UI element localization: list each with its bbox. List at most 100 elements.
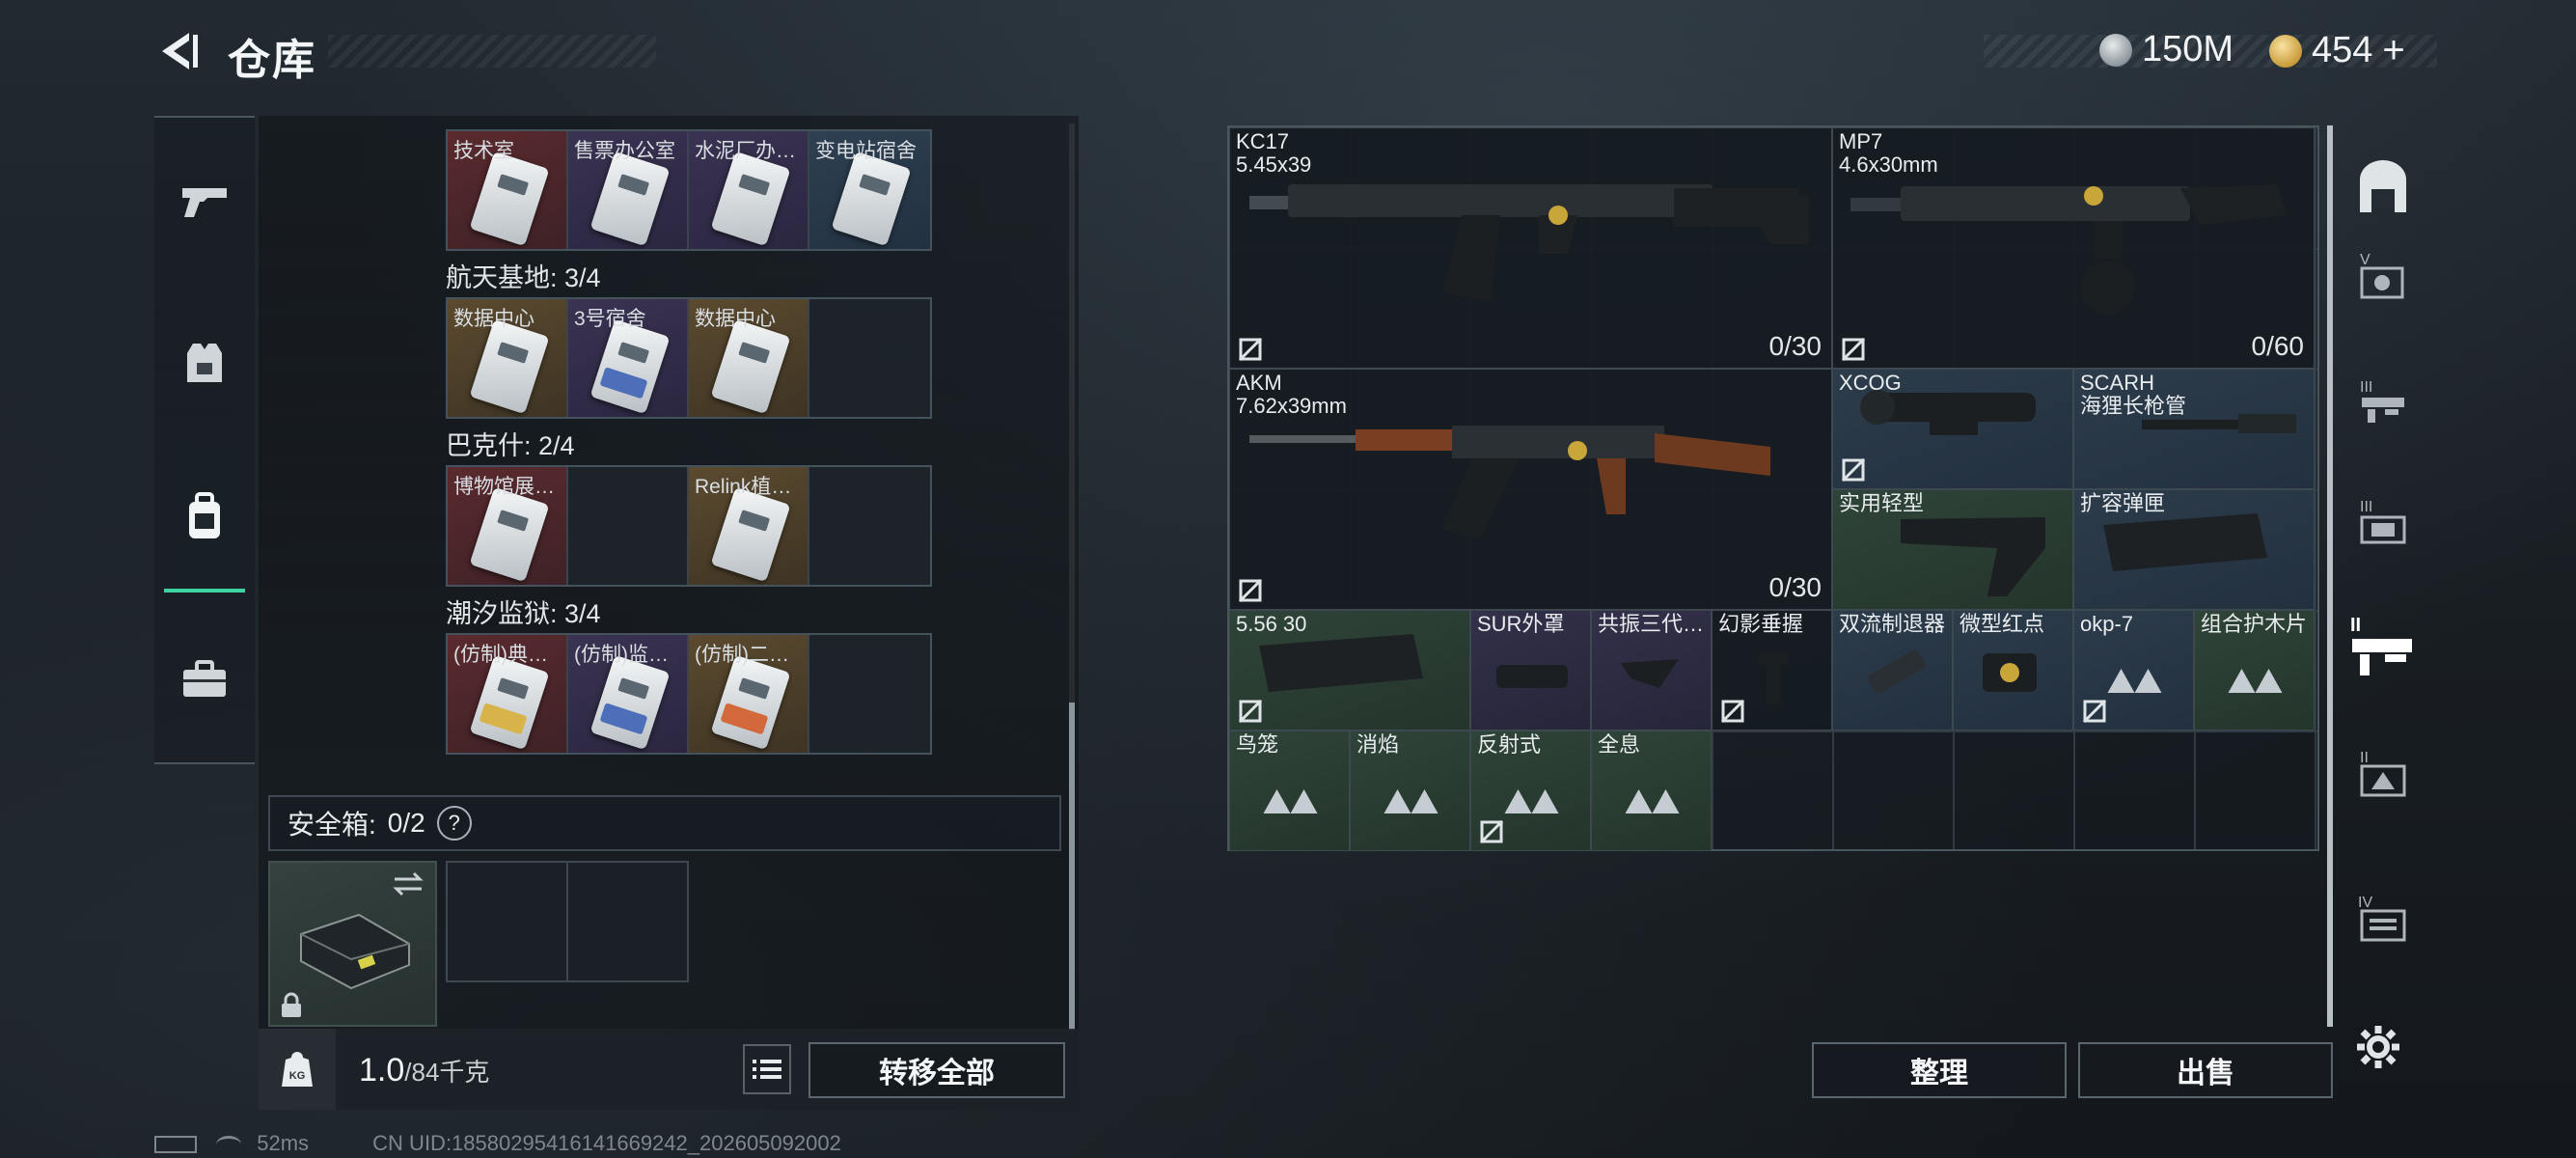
stash-item-fanshe[interactable]: 反射式	[1470, 731, 1591, 851]
swap-icon[interactable]	[391, 870, 425, 897]
region-label: 巴克什: 2/4	[446, 431, 575, 460]
empty-slot[interactable]	[809, 635, 930, 753]
backpack-weight: 1.0/84千克	[359, 1052, 489, 1089]
add-currency-button[interactable]: +	[2382, 29, 2404, 72]
left-category-nav	[154, 116, 255, 764]
keycard-name: 数据中心	[695, 308, 776, 330]
stash-ii-icon-active[interactable]: II	[2346, 610, 2420, 683]
stash-item-huanying[interactable]: 幻影垂握	[1712, 610, 1832, 731]
keycard-icon	[469, 318, 550, 415]
stash-iii-b-icon[interactable]: III	[2354, 492, 2412, 550]
keycard-item[interactable]: 水泥厂办…	[689, 131, 809, 249]
uid-text: CN UID:18580295416141669242_202605092002	[372, 1131, 841, 1155]
stash-item-stock[interactable]: 实用轻型	[1832, 489, 2073, 610]
keycard-item[interactable]: (仿制)二…	[689, 635, 809, 753]
safe-box-header: 安全箱: 0/2 ?	[268, 795, 1061, 851]
keycard-item[interactable]: (仿制)监…	[568, 635, 689, 753]
keycard-name: (仿制)监…	[574, 644, 669, 666]
keycard-item[interactable]: 售票办公室	[568, 131, 689, 249]
transfer-all-button[interactable]: 转移全部	[808, 1042, 1065, 1098]
help-icon[interactable]: ?	[436, 806, 472, 841]
stash-item-akm[interactable]: AKM 7.62x39mm 0/30	[1229, 369, 1832, 610]
sort-button[interactable]: 整理	[1812, 1042, 2067, 1098]
stash-v-icon[interactable]: V	[2354, 247, 2412, 305]
stash-item-quanxi[interactable]: 全息	[1591, 731, 1712, 851]
sell-button[interactable]: 出售	[2078, 1042, 2333, 1098]
keycard-item[interactable]: (仿制)典…	[448, 635, 568, 753]
stash-item-mp7[interactable]: MP7 4.6x30mm 0/60	[1832, 127, 2315, 369]
currency-silver[interactable]: 150M	[2099, 29, 2233, 70]
keycard-item[interactable]: 博物馆展…	[448, 467, 568, 585]
item-name: AKM 7.62x39mm	[1236, 372, 1347, 418]
keycard-item[interactable]: 数据中心	[689, 299, 809, 417]
not-tradable-icon	[1238, 699, 1263, 724]
stash-iv-icon[interactable]: IV	[2354, 888, 2412, 946]
keycard-row: (仿制)典… (仿制)监… (仿制)二…	[446, 633, 932, 755]
stash-item-m556[interactable]: 5.56 30	[1229, 610, 1470, 731]
keycard-icon	[831, 151, 912, 247]
stash-item-kc17[interactable]: KC17 5.45x39 0/30	[1229, 127, 1832, 369]
item-title: XCOG	[1839, 371, 1902, 395]
stash-item-okp7[interactable]: okp-7	[2073, 610, 2194, 731]
stash-ii-b-icon[interactable]: II	[2354, 743, 2412, 801]
svg-text:III: III	[2360, 499, 2372, 515]
item-title: 组合护木片	[2201, 612, 2308, 636]
keycard-item[interactable]: 变电站宿舍	[809, 131, 930, 249]
keycard-item[interactable]: 数据中心	[448, 299, 568, 417]
list-icon	[753, 1060, 781, 1079]
gold-coin-icon	[2269, 34, 2302, 68]
empty-slot[interactable]	[809, 299, 930, 417]
stash-item-mag[interactable]: 扩容弹匣	[2073, 489, 2315, 610]
keycard-row: 博物馆展… Relink植…	[446, 465, 932, 587]
nav-armor[interactable]	[154, 313, 255, 413]
keycard-name: 变电站宿舍	[815, 140, 917, 162]
item-title: okp-7	[2080, 612, 2134, 636]
empty-slot[interactable]	[809, 467, 930, 585]
settings-gear-icon[interactable]	[2354, 1023, 2402, 1071]
item-name: 反射式	[1477, 733, 1541, 757]
stash-item-zuhe[interactable]: 组合护木片	[2194, 610, 2315, 731]
keycard-name: 数据中心	[453, 308, 534, 330]
keycard-item[interactable]: Relink植…	[689, 467, 809, 585]
left-scrollbar[interactable]	[1069, 124, 1075, 1031]
backpack-icon	[189, 492, 220, 538]
keycard-name: (仿制)典…	[453, 644, 548, 666]
stash-item-weixing[interactable]: 微型红点	[1953, 610, 2073, 731]
left-scrollbar-thumb[interactable]	[1069, 703, 1075, 1031]
right-scrollbar[interactable]	[2327, 125, 2333, 1027]
keycard-item[interactable]: 技术室	[448, 131, 568, 249]
stash-item-shuangliu[interactable]: 双流制退器	[1832, 610, 1953, 731]
stash-home-icon[interactable]	[2354, 160, 2412, 218]
weight-icon: KG	[259, 1029, 336, 1110]
item-name: 幻影垂握	[1718, 613, 1803, 636]
item-title: 微型红点	[1959, 612, 2045, 636]
nav-case[interactable]	[154, 629, 255, 730]
safe-slot[interactable]	[568, 863, 687, 980]
weight-current: 1.0	[359, 1052, 405, 1089]
stash-item-gongzhen[interactable]: 共振三代…	[1591, 610, 1712, 731]
keycard-name: 技术室	[453, 140, 514, 162]
currency-gold[interactable]: 454 +	[2269, 29, 2405, 72]
item-title: SUR外罩	[1477, 612, 1565, 636]
not-tradable-icon	[2082, 699, 2107, 724]
safe-box-item[interactable]	[268, 861, 437, 1027]
item-title: 鸟笼	[1236, 732, 1279, 757]
empty-slot[interactable]	[568, 467, 689, 585]
nav-weapons[interactable]	[154, 151, 255, 251]
stash-item-scarh[interactable]: SCARH 海狸长枪管	[2073, 369, 2315, 489]
stash-item-xcog[interactable]: XCOG	[1832, 369, 2073, 489]
keycard-item[interactable]: 3号宿舍	[568, 299, 689, 417]
pistol-icon	[182, 188, 227, 217]
stash-iii-icon[interactable]: III	[2354, 372, 2412, 430]
not-tradable-icon	[1479, 819, 1504, 844]
list-view-button[interactable]	[743, 1044, 791, 1094]
nav-backpack[interactable]	[164, 444, 245, 593]
stash-item-sur[interactable]: SUR外罩	[1470, 610, 1591, 731]
battery-icon	[154, 1136, 197, 1154]
safe-box-count: 0/2	[387, 808, 425, 838]
stash-item-xiaoyan[interactable]: 消焰	[1350, 731, 1470, 851]
safe-slot[interactable]	[448, 863, 568, 980]
back-arrow-icon[interactable]	[152, 27, 201, 75]
item-title: 全息	[1598, 732, 1641, 757]
stash-item-niaolong[interactable]: 鸟笼	[1229, 731, 1350, 851]
